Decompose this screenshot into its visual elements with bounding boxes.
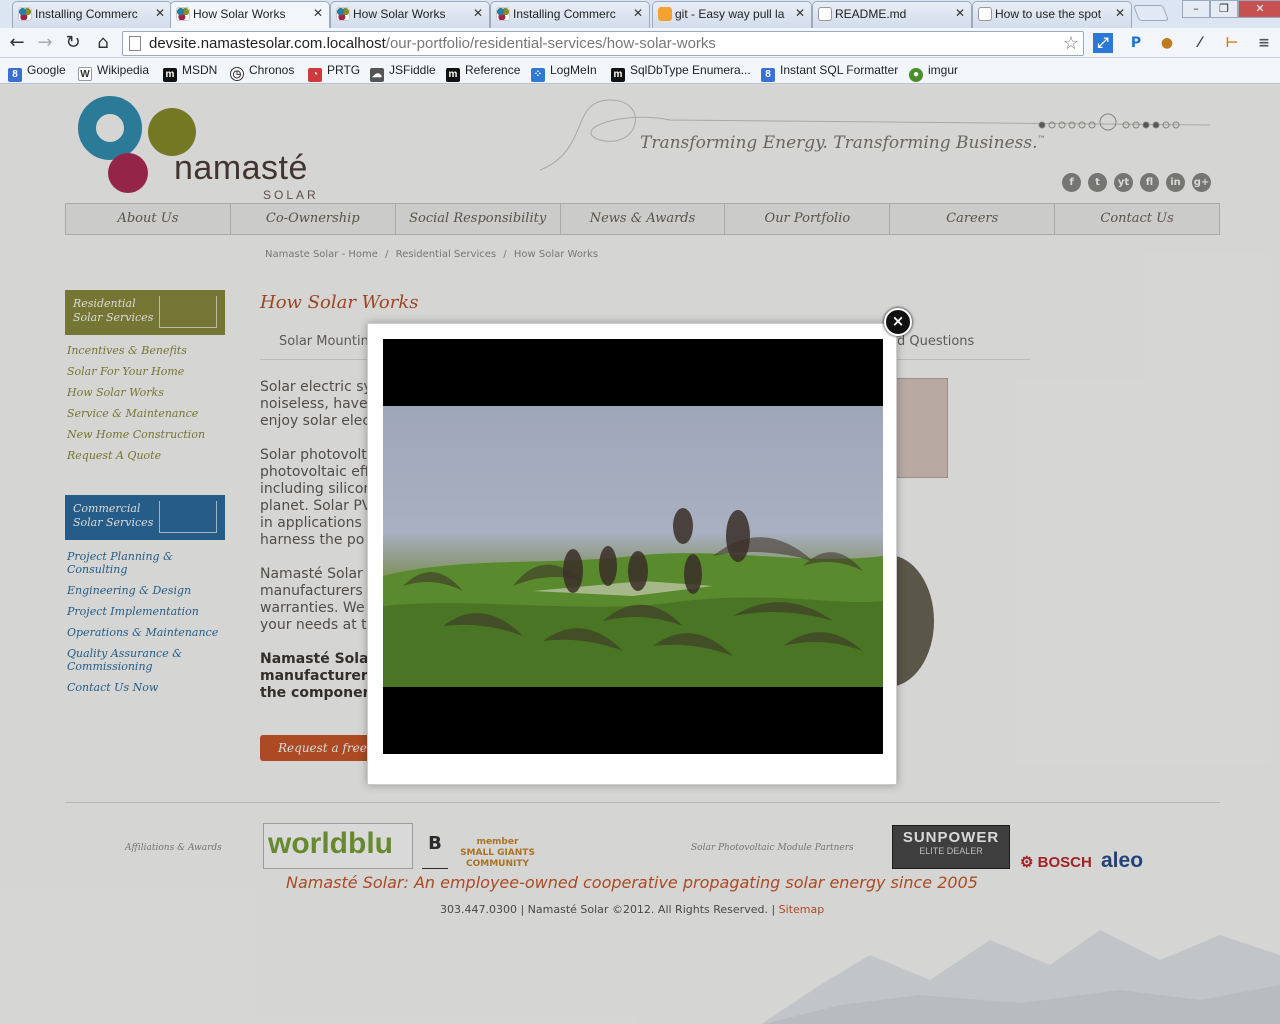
bookmark-reference[interactable]: m Reference xyxy=(446,63,520,82)
menu-icon[interactable]: ≡ xyxy=(1254,33,1274,53)
jsfiddle-icon: ☁ xyxy=(370,68,384,82)
tab-close-icon[interactable]: ✕ xyxy=(1115,6,1125,20)
page-icon xyxy=(129,36,141,51)
tab-close-icon[interactable]: ✕ xyxy=(313,6,323,20)
tab-title: Installing Commerc xyxy=(35,7,138,21)
video-frame xyxy=(383,406,883,687)
document-icon xyxy=(978,7,992,21)
tab-close-icon[interactable]: ✕ xyxy=(633,6,643,20)
close-lightbox-button[interactable]: × xyxy=(884,308,912,336)
wikipedia-icon: W xyxy=(78,67,92,81)
browser-tab[interactable]: README.md ✕ xyxy=(812,1,972,28)
tab-strip: Installing Commerc ✕ How Solar Works ✕ H… xyxy=(0,0,1280,28)
bookmark-imgur[interactable]: ● imgur xyxy=(909,63,958,82)
browser-toolbar: ← → ↻ ⌂ devsite.namastesolar.com.localho… xyxy=(0,28,1280,58)
back-arrow-icon[interactable]: ← xyxy=(6,32,28,54)
browser-tab[interactable]: Installing Commerc ✕ xyxy=(490,1,650,28)
extension-cookie-icon[interactable]: ● xyxy=(1157,33,1177,53)
tab-close-icon[interactable]: ✕ xyxy=(955,6,965,20)
extension-resize-icon[interactable]: ⤢ xyxy=(1093,33,1113,53)
bookmark-star-icon[interactable]: ☆ xyxy=(1063,32,1079,55)
logmein-icon: ⁘ xyxy=(531,68,545,82)
sqlformatter-icon: 8 xyxy=(761,68,775,82)
bookmark-sqldbtype[interactable]: m SqlDbType Enumera... xyxy=(611,63,751,82)
extension-ruler-icon[interactable]: ⊢ xyxy=(1222,33,1242,53)
video-lightbox xyxy=(367,323,897,785)
bookmark-sql-formatter[interactable]: 8 Instant SQL Formatter xyxy=(761,63,898,82)
close-window-button[interactable]: ✕ xyxy=(1238,0,1280,18)
imgur-icon: ● xyxy=(909,68,923,82)
tab-title: How Solar Works xyxy=(353,7,446,21)
new-tab-button[interactable] xyxy=(1133,5,1169,21)
tab-close-icon[interactable]: ✕ xyxy=(473,6,483,20)
bookmark-wikipedia[interactable]: W Wikipedia xyxy=(78,63,149,81)
tab-title: How Solar Works xyxy=(193,7,286,21)
namaste-icon xyxy=(18,7,32,21)
bookmark-jsfiddle[interactable]: ☁ JSFiddle xyxy=(370,63,436,82)
reload-icon[interactable]: ↻ xyxy=(62,32,84,54)
extension-eyedropper-icon[interactable]: ⁄ xyxy=(1190,33,1210,53)
tab-close-icon[interactable]: ✕ xyxy=(795,6,805,20)
extension-p-icon[interactable]: P xyxy=(1126,33,1146,53)
tab-title: git - Easy way pull la xyxy=(675,7,785,21)
video-player[interactable] xyxy=(383,339,883,754)
browser-tab[interactable]: How to use the spot ✕ xyxy=(972,1,1132,28)
chronos-icon: ◷ xyxy=(230,67,244,81)
birds-scene xyxy=(383,508,883,687)
reference-icon: m xyxy=(446,68,460,82)
tab-title: README.md xyxy=(835,7,907,21)
home-icon[interactable]: ⌂ xyxy=(92,32,114,54)
stackoverflow-icon xyxy=(658,7,672,21)
prtg-icon: ◔ xyxy=(308,68,322,82)
url-path: /our-portfolio/residential-services/how-… xyxy=(385,35,716,52)
url-host: devsite.namastesolar.com.localhost xyxy=(149,35,386,52)
namaste-icon xyxy=(336,7,350,21)
browser-tab-active[interactable]: How Solar Works ✕ xyxy=(170,1,330,28)
bookmark-chronos[interactable]: ◷ Chronos xyxy=(230,63,294,81)
google-icon: 8 xyxy=(8,68,22,82)
namaste-icon xyxy=(496,7,510,21)
bookmark-google[interactable]: 8 Google xyxy=(8,63,66,82)
browser-tab[interactable]: Installing Commerc ✕ xyxy=(12,1,172,28)
window-controls: – ❐ ✕ xyxy=(1182,0,1280,18)
address-bar[interactable]: devsite.namastesolar.com.localhost/our-p… xyxy=(122,31,1084,56)
minimize-button[interactable]: – xyxy=(1182,0,1210,18)
restore-button[interactable]: ❐ xyxy=(1210,0,1238,18)
msdn-icon: m xyxy=(163,68,177,82)
browser-tab[interactable]: How Solar Works ✕ xyxy=(330,1,490,28)
tab-title: Installing Commerc xyxy=(513,7,616,21)
bookmark-logmein[interactable]: ⁘ LogMeIn xyxy=(531,63,597,82)
forward-arrow-icon[interactable]: → xyxy=(34,32,56,54)
bookmark-prtg[interactable]: ◔ PRTG xyxy=(308,63,360,82)
bookmark-msdn[interactable]: m MSDN xyxy=(163,63,217,82)
document-icon xyxy=(818,7,832,21)
tab-title: How to use the spot xyxy=(995,7,1102,21)
browser-tab[interactable]: git - Easy way pull la ✕ xyxy=(652,1,812,28)
tab-close-icon[interactable]: ✕ xyxy=(155,6,165,20)
namaste-icon xyxy=(176,7,190,21)
msdn-icon: m xyxy=(611,68,625,82)
bookmarks-bar: 8 Google W Wikipedia m MSDN ◷ Chronos ◔ PRTG … xyxy=(0,58,1280,84)
